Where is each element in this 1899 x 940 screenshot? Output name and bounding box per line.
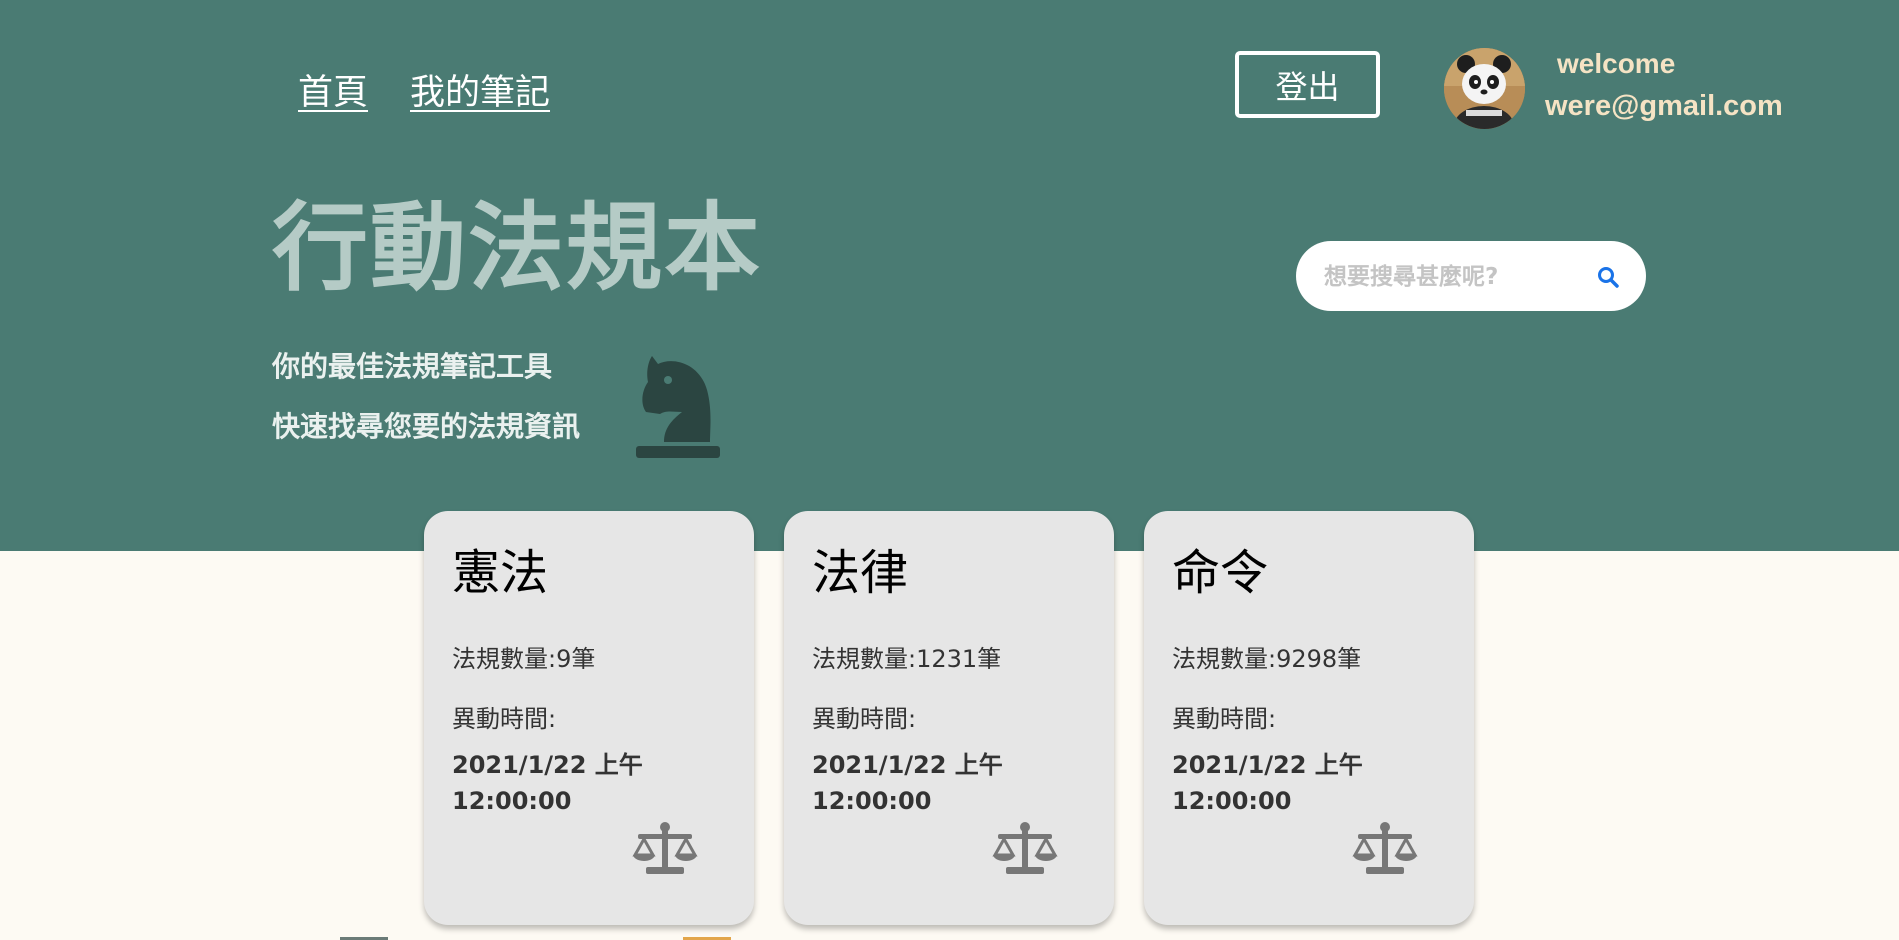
category-card-order[interactable]: 命令 法規數量:9298筆 異動時間: 2021/1/22 上午 12:00:0… — [1144, 511, 1474, 925]
hero-header: 首頁 我的筆記 登出 welcome were@gmail.com 行動法規本 — [0, 0, 1899, 551]
card-time-label: 異動時間: — [1172, 705, 1277, 733]
card-date: 2021/1/22 上午 — [452, 751, 643, 779]
page: 首頁 我的筆記 登出 welcome were@gmail.com 行動法規本 — [0, 0, 1899, 940]
avatar[interactable] — [1444, 48, 1525, 129]
category-card-law[interactable]: 法律 法規數量:1231筆 異動時間: 2021/1/22 上午 12:00:0… — [784, 511, 1114, 925]
category-card-constitution[interactable]: 憲法 法規數量:9筆 異動時間: 2021/1/22 上午 12:00:00 — [424, 511, 754, 925]
user-email: were@gmail.com — [1545, 90, 1783, 122]
scale-icon — [1352, 822, 1418, 874]
search-input[interactable] — [1322, 253, 1586, 301]
card-date: 2021/1/22 上午 — [1172, 751, 1363, 779]
card-title: 法律 — [812, 545, 909, 601]
card-count: 法規數量:9筆 — [452, 645, 596, 673]
scale-icon — [632, 822, 698, 874]
user-welcome-text: welcome — [1557, 48, 1676, 79]
nav-my-notes-link[interactable]: 我的筆記 — [410, 64, 550, 115]
card-date: 2021/1/22 上午 — [812, 751, 1003, 779]
card-datetime: 2021/1/22 上午 12:00:00 — [812, 747, 1012, 819]
logout-button[interactable]: 登出 — [1235, 51, 1380, 118]
tagline-secondary: 快速找尋您要的法規資訊 — [272, 410, 581, 443]
search-icon[interactable] — [1597, 266, 1619, 288]
card-title: 憲法 — [452, 545, 549, 601]
site-title: 行動法規本 — [272, 192, 762, 304]
card-time-label: 異動時間: — [812, 705, 917, 733]
card-time: 12:00:00 — [452, 787, 572, 815]
search-box — [1296, 241, 1646, 311]
scale-icon — [992, 822, 1058, 874]
card-time: 12:00:00 — [812, 787, 932, 815]
panda-avatar-icon — [1444, 48, 1525, 129]
card-title: 命令 — [1172, 545, 1269, 601]
card-datetime: 2021/1/22 上午 12:00:00 — [452, 747, 652, 819]
card-count: 法規數量:1231筆 — [812, 645, 1002, 673]
card-count: 法規數量:9298筆 — [1172, 645, 1362, 673]
chess-knight-icon — [636, 356, 720, 458]
nav-home-link[interactable]: 首頁 — [298, 64, 368, 115]
card-time: 12:00:00 — [1172, 787, 1292, 815]
card-time-label: 異動時間: — [452, 705, 557, 733]
card-datetime: 2021/1/22 上午 12:00:00 — [1172, 747, 1372, 819]
tagline-primary: 你的最佳法規筆記工具 — [272, 350, 553, 383]
